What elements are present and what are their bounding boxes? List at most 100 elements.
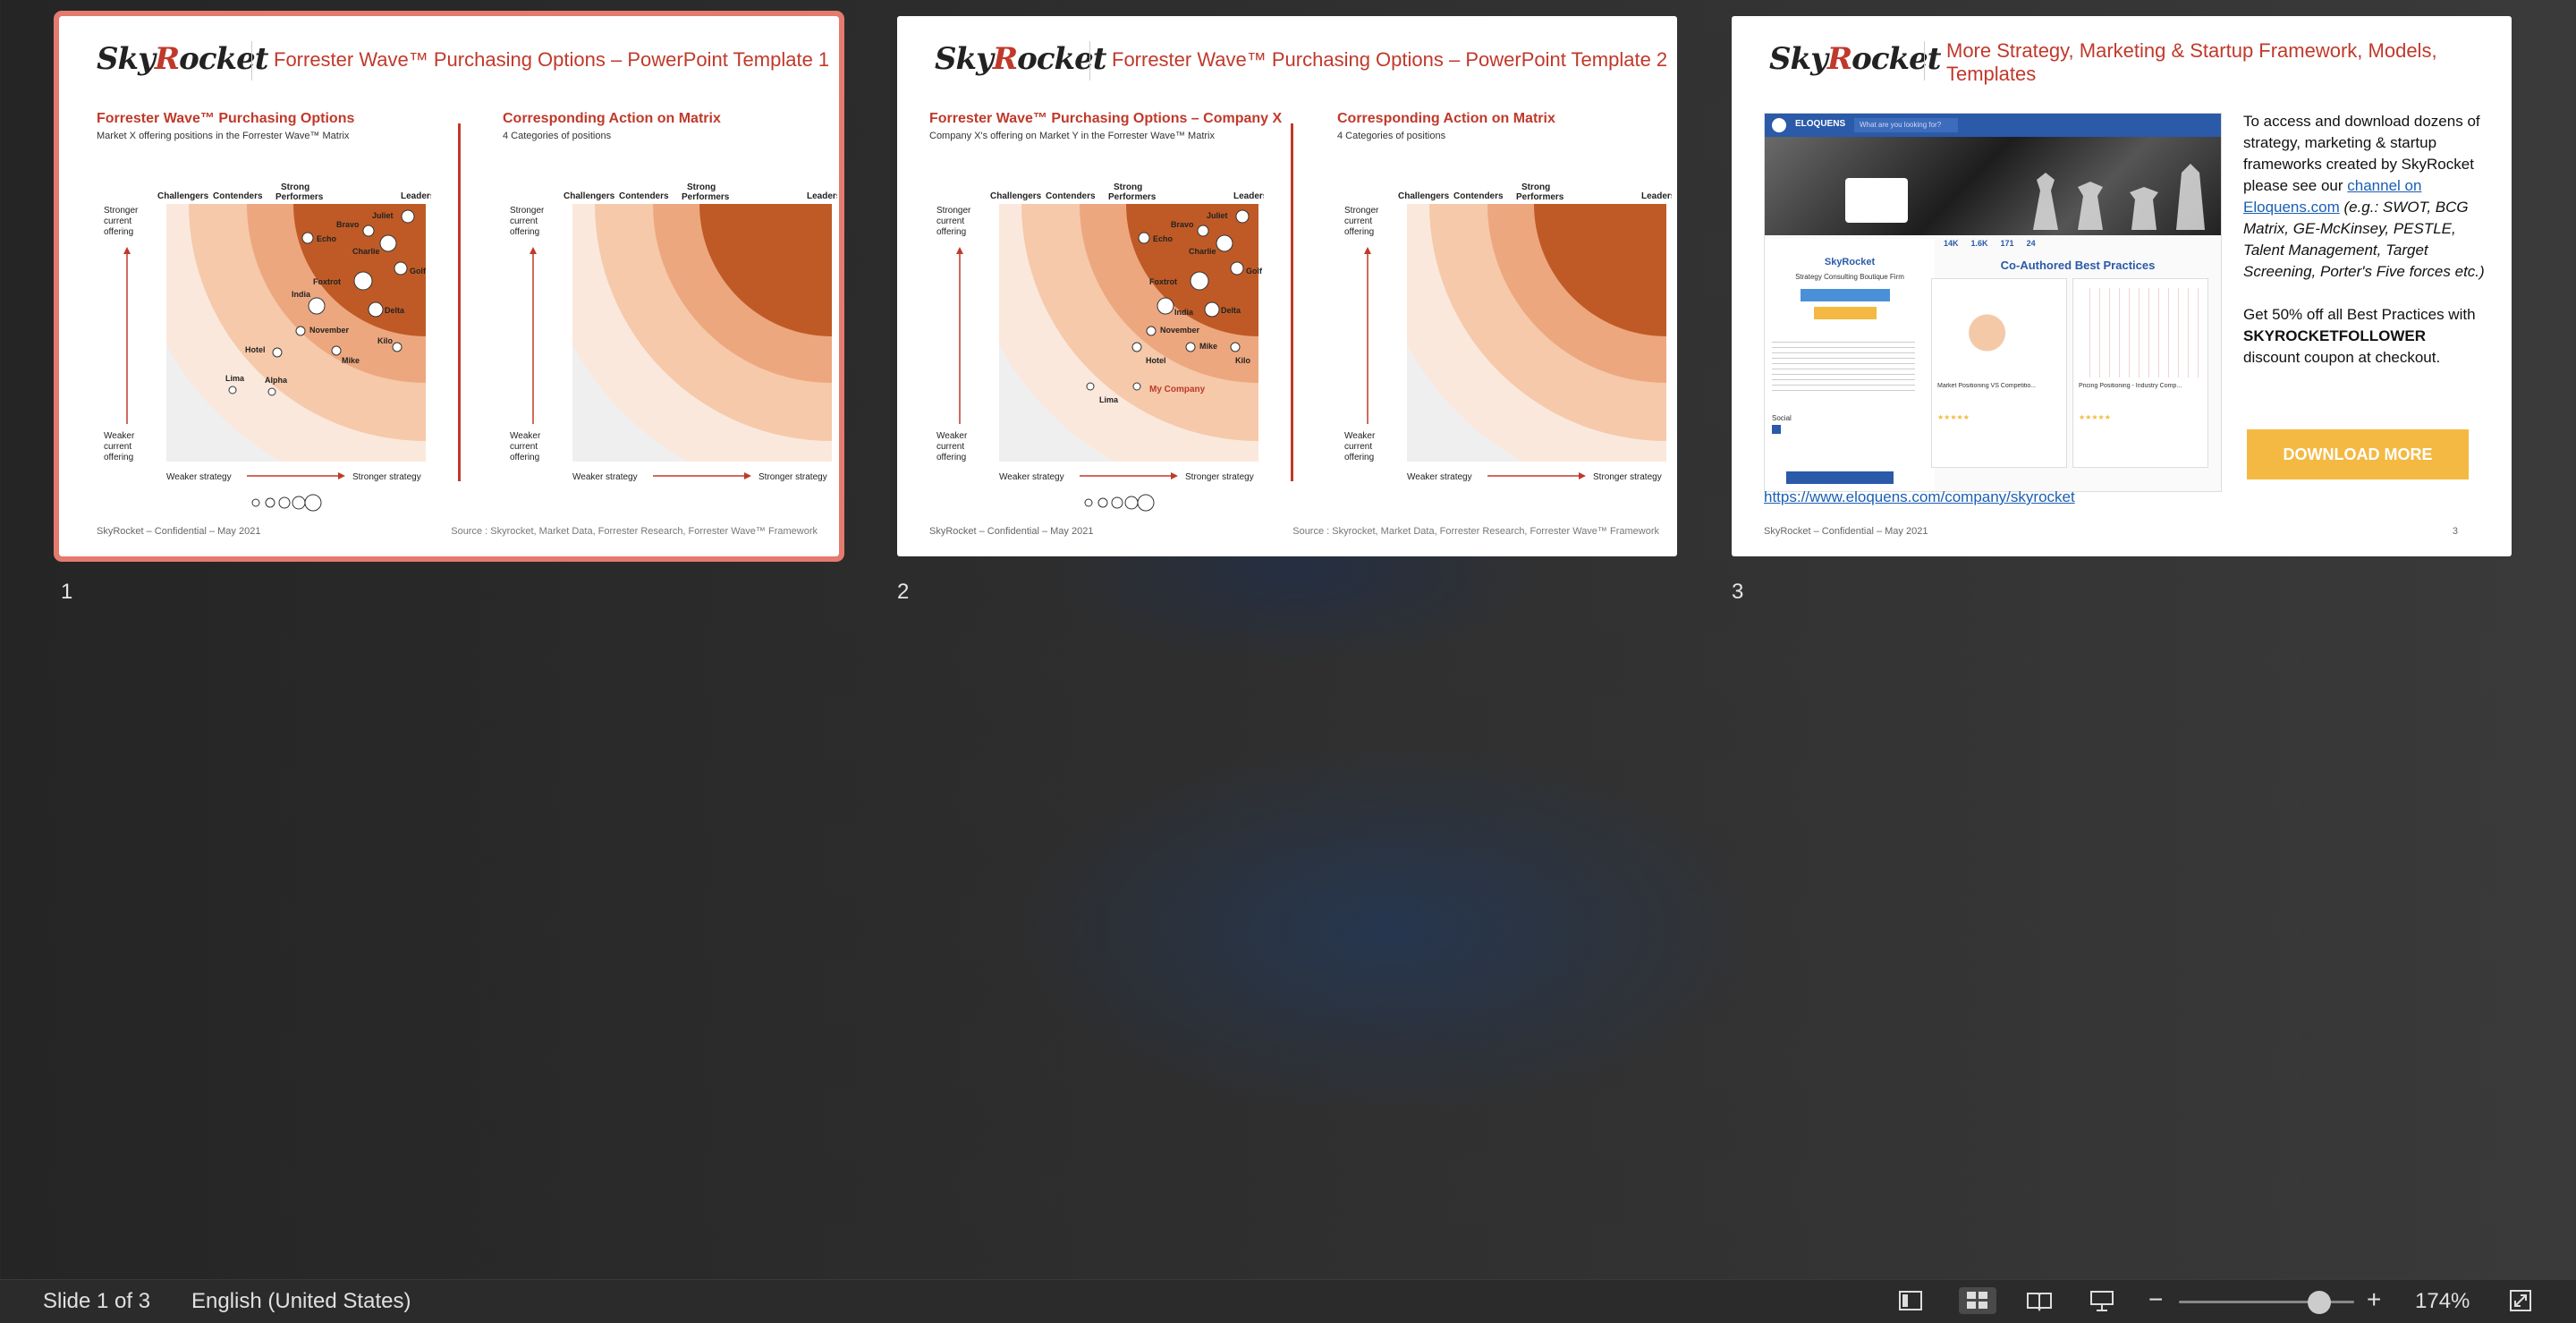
vendor-label: Golf (1246, 267, 1263, 276)
slide-3[interactable]: SkyRocket More Strategy, Marketing & Sta… (1732, 16, 2512, 556)
y-axis-label-bottom: current (936, 442, 964, 452)
slide-number: 2 (897, 580, 910, 604)
x-axis-label-left: Weaker strategy (1407, 472, 1472, 482)
eloquens-screenshot: ELOQUENS What are you looking for? SkyRo… (1764, 113, 2222, 492)
market-presence-marker (1111, 496, 1123, 509)
eloquens-url-link[interactable]: https://www.eloquens.com/company/skyrock… (1764, 488, 2075, 506)
column-label: Strong (1114, 182, 1142, 192)
vendor-label: Lima (225, 374, 245, 383)
vendor-label: Kilo (1235, 356, 1251, 365)
language-indicator[interactable]: English (United States) (191, 1289, 411, 1314)
vendor-label: Golf (410, 267, 427, 276)
y-axis-label-top: offering (936, 227, 966, 237)
x-axis-label-right: Stronger strategy (1593, 472, 1662, 482)
vendor-marker (267, 387, 276, 396)
slideshow-view-icon[interactable] (2086, 1287, 2118, 1314)
vendor-label: Mike (1199, 342, 1217, 351)
y-axis-label-bottom: offering (510, 453, 539, 462)
left-section-title: Forrester Wave™ Purchasing Options – Com… (929, 111, 1283, 126)
column-label: Leaders (807, 191, 837, 201)
right-section-subtitle: 4 Categories of positions (503, 131, 612, 141)
vendor-label: India (292, 290, 311, 299)
stat-value: 171 (2000, 239, 2014, 248)
vendor-label: Bravo (336, 220, 360, 229)
market-presence-marker (304, 494, 322, 512)
vendor-marker (1230, 261, 1244, 276)
vendor-marker (1132, 382, 1141, 391)
skyrocket-logo: SkyRocket (97, 41, 268, 77)
y-axis-label-top: offering (1344, 227, 1374, 237)
download-more-button[interactable]: DOWNLOAD MORE (2247, 429, 2469, 479)
y-axis-label-bottom: current (104, 442, 131, 452)
vendor-label: Alpha (265, 376, 288, 385)
slide-number: 3 (1732, 580, 1744, 604)
column-label: Leaders (1233, 191, 1264, 201)
vendor-label: Juliet (372, 211, 394, 220)
column-label: Performers (682, 192, 730, 202)
cover-image (1765, 137, 2221, 235)
y-axis-label-top: Stronger (510, 206, 545, 216)
stat-value: 14K (1944, 239, 1959, 248)
y-axis-label-bottom: Weaker (1344, 431, 1376, 441)
y-axis-label-bottom: offering (1344, 453, 1374, 462)
slide-1[interactable]: SkyRocket Forrester Wave™ Purchasing Opt… (54, 11, 844, 562)
fit-to-window-icon[interactable] (2504, 1287, 2537, 1314)
right-section-title: Corresponding Action on Matrix (1337, 111, 1555, 126)
vendor-marker (1138, 232, 1150, 244)
x-axis-arrowhead (338, 472, 345, 479)
y-axis-label-top: offering (104, 227, 133, 237)
vendor-label: Foxtrot (1149, 277, 1177, 286)
y-axis-label-top: Stronger (104, 206, 139, 216)
vendor-marker (1216, 234, 1233, 252)
slide-sorter-view-icon[interactable] (1959, 1287, 1996, 1314)
zoom-slider-thumb[interactable] (2308, 1291, 2331, 1314)
slide-footer: SkyRocket – Confidential – May 2021 (1764, 526, 1928, 537)
y-axis-arrowhead (123, 247, 131, 254)
slide-2[interactable]: SkyRocket Forrester Wave™ Purchasing Opt… (897, 16, 1677, 556)
slide-indicator[interactable]: Slide 1 of 3 (43, 1289, 150, 1314)
chess-pieces (2033, 164, 2205, 230)
wave-matrix-left: Challengers Contenders Strong Performers Lea… (91, 154, 431, 512)
y-axis-label-bottom: Weaker (510, 431, 541, 441)
slide3-body: To access and download dozens of strateg… (2243, 111, 2485, 369)
status-bar: Slide 1 of 3 English (United States) − +… (0, 1279, 2576, 1323)
normal-view-icon[interactable] (1894, 1287, 1927, 1314)
vendor-label: Delta (1221, 306, 1241, 315)
title-separator (251, 41, 252, 81)
vendor-marker (1185, 342, 1196, 352)
y-axis-label-top: current (1344, 216, 1372, 226)
eloquens-brand: ELOQUENS (1795, 119, 1846, 129)
vendor-marker (1131, 342, 1142, 352)
follow-button (1814, 307, 1877, 319)
vendor-marker (1235, 209, 1250, 224)
right-section-subtitle: 4 Categories of positions (1337, 131, 1446, 141)
market-presence-marker (292, 496, 306, 510)
profile-sidebar: SkyRocket Strategy Consulting Boutique F… (1765, 239, 1935, 491)
zoom-level[interactable]: 174% (2415, 1289, 2470, 1314)
slide-title: More Strategy, Marketing & Startup Frame… (1946, 39, 2437, 85)
vendor-label: November (1160, 326, 1200, 335)
market-presence-marker (278, 496, 291, 509)
card-title: Pricing Positioning - Industry Comp... (2079, 383, 2182, 389)
vendor-label: Kilo (377, 336, 394, 345)
stat-value: 1.6K (1970, 239, 1988, 248)
social-label: Social (1772, 414, 1792, 422)
y-axis-label-bottom: Weaker (936, 431, 968, 441)
vendor-marker (1190, 271, 1209, 291)
slide-title: Forrester Wave™ Purchasing Options – Pow… (274, 48, 830, 71)
slide-footer: SkyRocket – Confidential – May 2021 (929, 526, 1094, 537)
offer-suffix: discount coupon at checkout. (2243, 349, 2441, 366)
y-axis-label-bottom: offering (936, 453, 966, 462)
market-presence-marker (1084, 498, 1093, 507)
zoom-in-button[interactable]: + (2367, 1285, 2381, 1314)
x-axis-arrowhead (1171, 472, 1178, 479)
slide-title: Forrester Wave™ Purchasing Options – Pow… (1112, 48, 1668, 71)
slide-footer: SkyRocket – Confidential – May 2021 (97, 526, 261, 537)
stat-value: 24 (2026, 239, 2036, 248)
reading-view-icon[interactable] (2023, 1287, 2055, 1314)
zoom-out-button[interactable]: − (2148, 1285, 2163, 1314)
card-title: Market Positioning VS Competitio... (1937, 383, 2037, 389)
title-separator (1924, 41, 1925, 81)
market-presence-marker (251, 498, 260, 507)
vendor-marker (1157, 297, 1174, 315)
